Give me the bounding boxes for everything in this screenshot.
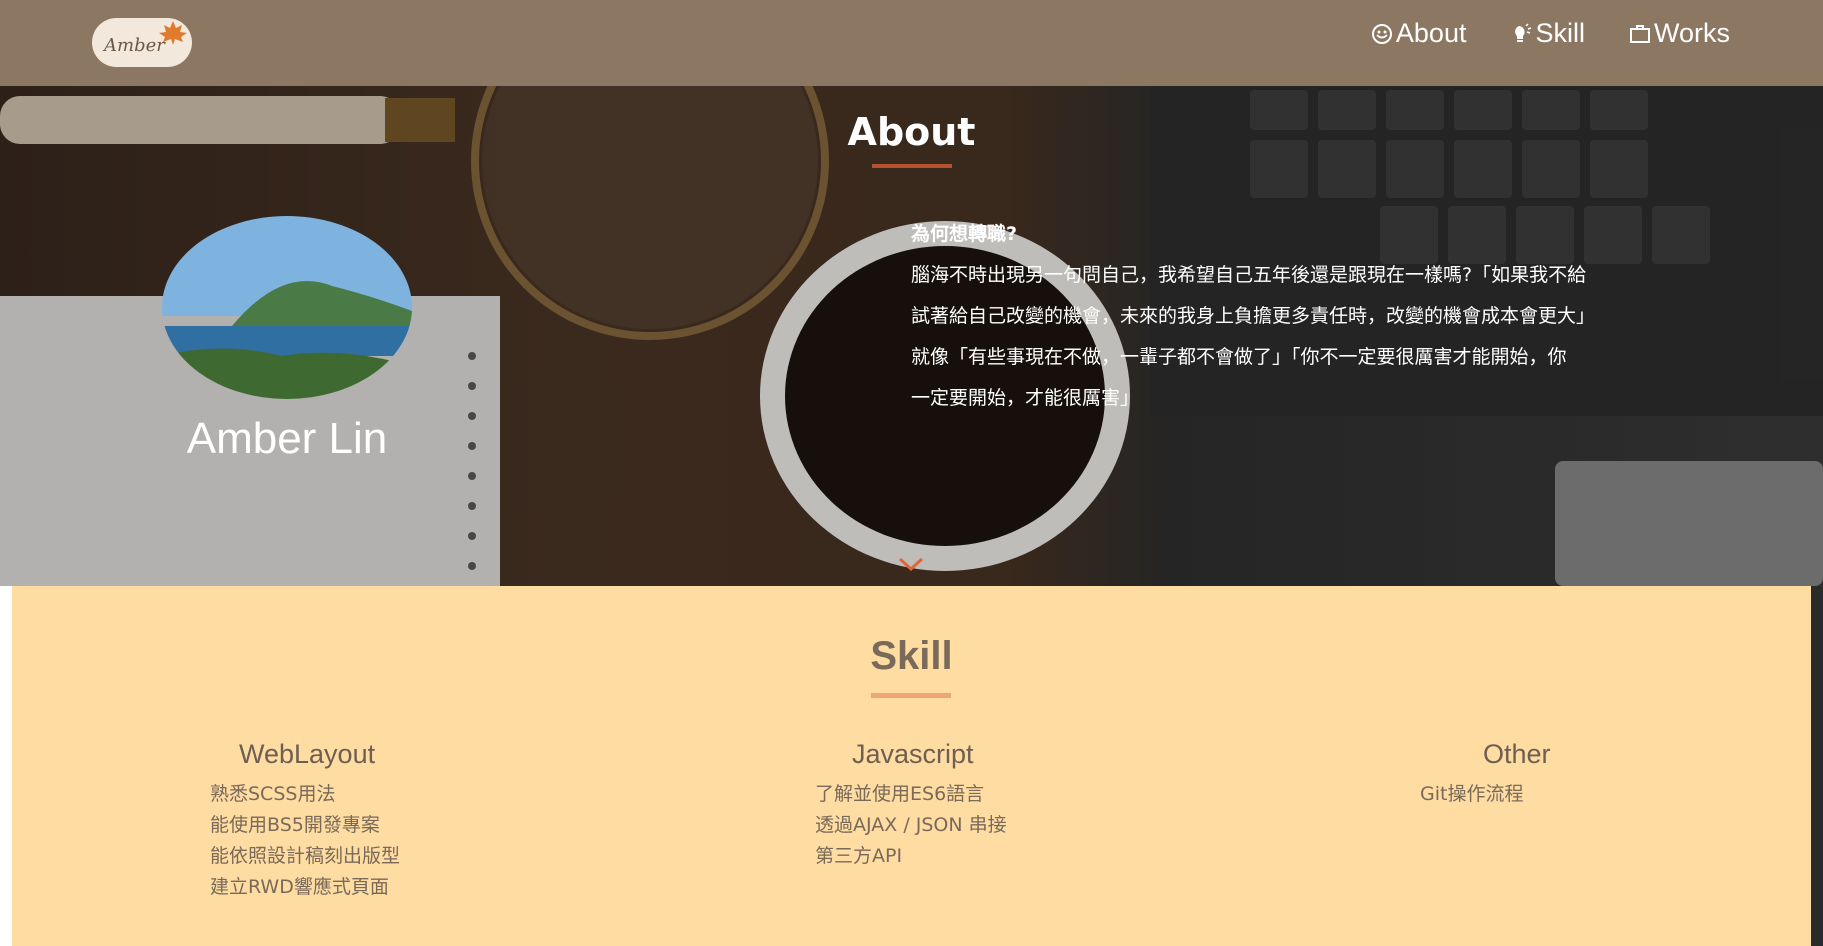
avatar	[162, 216, 412, 399]
smiley-icon	[1371, 23, 1392, 44]
about-line: 一定要開始，才能很厲害」	[911, 387, 1140, 409]
scroll-down-icon[interactable]	[898, 556, 924, 572]
lightbulb-icon	[1515, 22, 1532, 42]
nav-link-label: Works	[1653, 18, 1730, 48]
skill-item: 了解並使用ES6語言	[815, 783, 985, 805]
nav-link-skill[interactable]: Skill	[1510, 18, 1585, 49]
skill-item: 能依照設計稿刻出版型	[210, 845, 401, 867]
nav-link-label: Skill	[1535, 18, 1585, 48]
skill-item: 建立RWD響應式頁面	[210, 876, 389, 898]
nav-link-about[interactable]: About	[1371, 18, 1467, 49]
skill-item: 熟悉SCSS用法	[210, 783, 336, 805]
profile-name: Amber Lin	[186, 414, 388, 463]
skill-column-title: WebLayout	[239, 739, 376, 769]
logo-text: Amber	[104, 35, 165, 56]
logo[interactable]: Amber	[92, 18, 192, 67]
about-title: About	[847, 110, 976, 154]
about-line: 試著給自己改變的機會，未來的我身上負擔更多責任時，改變的機會成本會更大」	[911, 305, 1596, 327]
skill-item: Git操作流程	[1420, 783, 1524, 805]
skill-title-underline	[871, 693, 951, 698]
nav-link-works[interactable]: Works	[1629, 18, 1730, 49]
briefcase-icon	[1629, 24, 1650, 43]
skill-column-title: Other	[1483, 739, 1551, 769]
skill-item: 能使用BS5開發專案	[210, 814, 380, 836]
skill-column-javascript: Javascript 了解並使用ES6語言 透過AJAX / JSON 串接 第…	[815, 739, 1135, 872]
about-line: 就像「有些事現在不做，一輩子都不會做了」「你不一定要很厲害才能開始，你	[911, 346, 1567, 368]
skill-column-title: Javascript	[852, 739, 974, 769]
skill-section: Skill WebLayout 熟悉SCSS用法 能使用BS5開發專案 能依照設…	[12, 586, 1811, 946]
skill-title: Skill	[870, 634, 953, 678]
navbar: Amber About Skill Works	[0, 0, 1823, 86]
skill-item: 第三方API	[815, 845, 903, 867]
coastal-landscape-photo	[162, 216, 412, 399]
about-title-underline	[872, 164, 952, 168]
skill-column-weblayout: WebLayout 熟悉SCSS用法 能使用BS5開發專案 能依照設計稿刻出版型…	[210, 739, 530, 903]
about-heading: 為何想轉職?	[911, 223, 1018, 245]
maple-leaf-icon	[159, 21, 187, 45]
nav-link-label: About	[1395, 18, 1467, 48]
about-line: 腦海不時出現另一句問自己，我希望自己五年後還是跟現在一樣嗎?「如果我不給	[911, 264, 1587, 286]
background-strip	[1811, 586, 1823, 946]
about-text: 為何想轉職? 腦海不時出現另一句問自己，我希望自己五年後還是跟現在一樣嗎?「如果…	[911, 214, 1656, 419]
skill-column-other: Other Git操作流程	[1420, 739, 1740, 810]
skill-item: 透過AJAX / JSON 串接	[815, 814, 1007, 836]
nav-links: About Skill Works	[1371, 18, 1730, 49]
about-section: About Amber Lin 為何想轉職? 腦海不時出現另一句問自己，我希望自…	[0, 86, 1823, 586]
